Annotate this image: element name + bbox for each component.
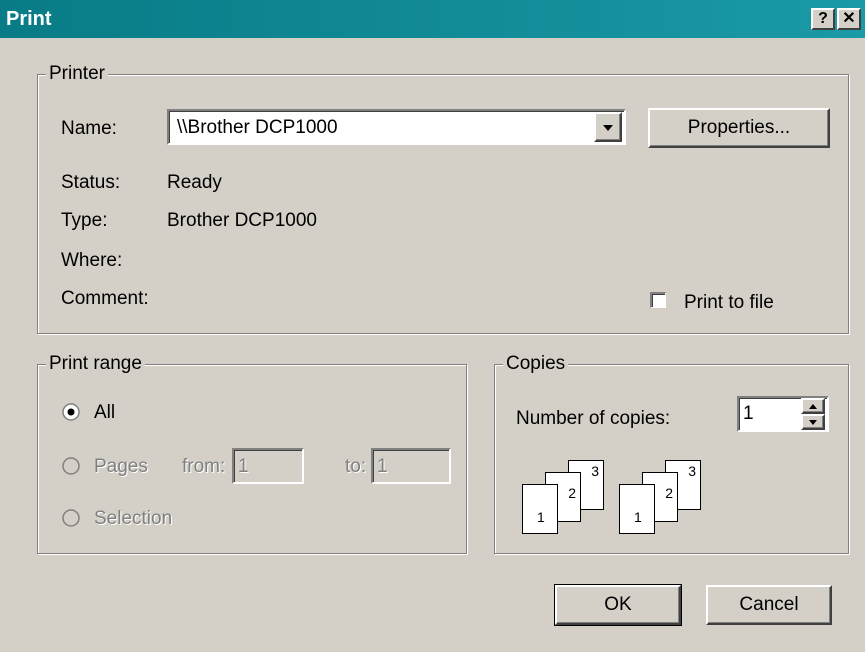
comment-label: Comment: [61,288,149,309]
copies-stepper[interactable]: 1 [737,396,829,432]
properties-button[interactable]: Properties... [648,108,830,148]
type-label: Type: [61,210,108,231]
print-dialog: Print ? ✕ Printer Name: \\Brother DCP100… [0,0,865,652]
radio-all[interactable] [62,403,80,421]
print-range-group-label: Print range [46,353,145,375]
arrow-up-icon [809,404,817,409]
to-label: to: [345,456,367,477]
from-label: from: [182,456,226,477]
title-bar[interactable]: Print ? ✕ [0,0,865,38]
combobox-dropdown-button[interactable] [594,112,622,142]
radio-pages[interactable] [62,457,80,475]
close-button[interactable]: ✕ [837,8,861,30]
from-page-value: 1 [238,456,249,477]
where-label: Where: [61,250,123,271]
to-page-value: 1 [377,456,388,477]
type-value: Brother DCP1000 [167,210,317,231]
arrow-down-icon [809,420,817,425]
chevron-down-icon [603,125,613,131]
page-1-icon: 1 [619,484,655,534]
from-page-input[interactable]: 1 [232,448,304,484]
name-label: Name: [61,118,117,139]
page-1-icon: 1 [522,484,558,534]
printer-name-value: \\Brother DCP1000 [177,117,338,138]
print-to-file-checkbox[interactable] [650,292,666,308]
cancel-button[interactable]: Cancel [706,585,832,625]
ok-button[interactable]: OK [554,584,682,626]
radio-selection-label[interactable]: Selection [94,508,172,530]
to-page-input[interactable]: 1 [371,448,451,484]
number-of-copies-label: Number of copies: [516,408,671,429]
status-label: Status: [61,172,121,193]
window-title: Print [6,8,52,30]
copies-down-button[interactable] [801,414,825,430]
radio-selection[interactable] [62,509,80,527]
radio-pages-label[interactable]: Pages [94,456,148,478]
printer-group-label: Printer [46,63,108,85]
printer-name-combobox[interactable]: \\Brother DCP1000 [167,109,626,145]
print-to-file-label[interactable]: Print to file [684,292,774,314]
copies-group-label: Copies [503,353,569,375]
copies-up-button[interactable] [801,398,825,414]
copies-value: 1 [743,403,754,424]
status-value: Ready [167,172,222,193]
help-button[interactable]: ? [811,8,835,30]
radio-all-label[interactable]: All [94,402,115,424]
